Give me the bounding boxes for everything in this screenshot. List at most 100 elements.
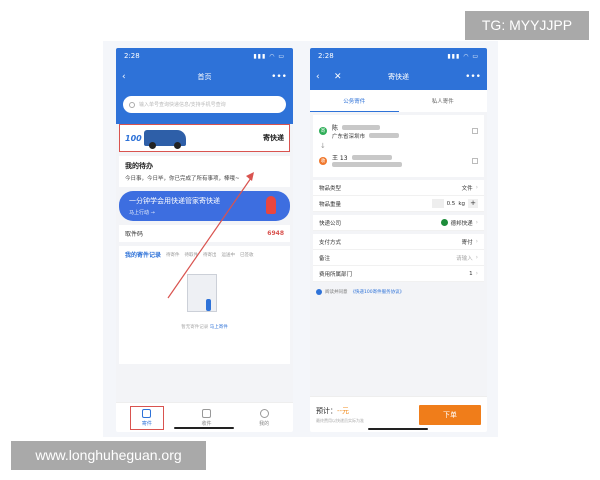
person-icon: [206, 299, 211, 311]
checkbox-checked-icon[interactable]: [316, 289, 322, 295]
inbox-icon: [201, 408, 211, 418]
receiver-row[interactable]: 收 王 13: [319, 149, 478, 173]
send-express-screen: 2:28 ▮▮▮ ◠ ▭ ‹ ✕ 寄快递 ••• 公务寄件 私人寄件 寄 陈 广…: [310, 48, 487, 432]
tab-bar: 寄件 收件 我的: [116, 402, 293, 432]
payment-row[interactable]: 支付方式 寄付 ›: [313, 234, 484, 250]
chevron-right-icon: ›: [475, 254, 478, 261]
company-label: 快递公司: [319, 220, 342, 227]
records-tab-in-transit[interactable]: 运送中: [222, 252, 236, 258]
address-book-icon[interactable]: [472, 128, 478, 134]
status-bar: 2:28 ▮▮▮ ◠ ▭: [116, 48, 293, 64]
status-icons: ▮▮▮ ◠ ▭: [253, 52, 285, 60]
weight-unit: kg: [458, 200, 465, 207]
weight-stepper[interactable]: 0.5 kg +: [431, 199, 478, 208]
more-icon[interactable]: •••: [271, 72, 287, 82]
promo-banner[interactable]: 一分钟学会用快递管家寄快递 马上行动 →: [119, 191, 290, 221]
receiver-name: 王 13: [332, 155, 348, 162]
redacted-address: [332, 162, 402, 167]
send-express-banner[interactable]: 100 寄快递: [119, 124, 290, 152]
estimate-price: --元: [337, 406, 350, 415]
nav-bar: ‹ 首页 •••: [116, 64, 293, 90]
empty-text: 暂无寄件记录: [181, 325, 209, 330]
sender-row[interactable]: 寄 陈 广东省深圳市: [319, 119, 478, 143]
todo-card: 我的待办 今日事，今日毕，你已完成了所有事项，棒哦~: [119, 156, 290, 187]
address-card: 寄 陈 广东省深圳市 ↓ 收 王 13: [313, 115, 484, 177]
records-panel: 我的寄件记录 待寄件 待取件 待寄出 运送中 已签收 暂无寄件记录 马上寄件: [119, 246, 290, 364]
weight-label: 物品重量: [319, 201, 342, 208]
chevron-right-icon: ›: [475, 238, 478, 245]
back-icon[interactable]: ‹: [122, 72, 126, 82]
redacted-address: [369, 132, 400, 138]
status-bar: 2:28 ▮▮▮ ◠ ▭: [310, 48, 487, 64]
tab-send[interactable]: 寄件: [129, 405, 164, 430]
dept-row[interactable]: 费用所属部门 1 ›: [313, 266, 484, 282]
home-indicator: [368, 428, 428, 430]
search-icon: [129, 101, 135, 108]
chevron-right-icon: ›: [475, 270, 478, 277]
dept-value: 1: [469, 270, 473, 277]
deppon-logo-icon: [440, 219, 448, 226]
banner-logo-number: 100: [125, 133, 142, 143]
item-form: 物品类型 文件 › 物品重量 0.5 kg +: [313, 180, 484, 212]
records-tab-awaiting[interactable]: 待寄出: [203, 252, 217, 258]
tab-receive-label: 收件: [201, 420, 212, 427]
pickup-code-row[interactable]: 取件码 6948: [119, 225, 290, 242]
home-indicator: [174, 427, 234, 429]
plus-button[interactable]: +: [468, 199, 478, 208]
payment-value: 寄付: [461, 239, 473, 246]
status-icons: ▮▮▮ ◠ ▭: [447, 52, 479, 60]
tab-receive[interactable]: 收件: [191, 408, 221, 427]
minus-button[interactable]: [431, 199, 444, 208]
status-time: 2:28: [318, 52, 334, 60]
sender-badge: 寄: [319, 127, 327, 135]
watermark-bottom: www.longhuheguan.org: [11, 441, 206, 470]
weight-row: 物品重量 0.5 kg +: [313, 196, 484, 212]
home-screen: 2:28 ▮▮▮ ◠ ▭ ‹ 首页 ••• 输入单号查询快递信息/支持手机号查询…: [116, 48, 293, 432]
payment-form: 支付方式 寄付 › 备注 请输入 › 费用所属部门 1 ›: [313, 234, 484, 282]
chevron-right-icon: ›: [475, 184, 478, 191]
agreement-link[interactable]: 《快递100寄件服务协议》: [351, 289, 405, 295]
records-tab-mine[interactable]: 我的寄件记录: [125, 250, 161, 259]
place-order-button[interactable]: 下单: [419, 404, 481, 425]
todo-text: 今日事，今日毕，你已完成了所有事项，棒哦~: [125, 176, 240, 182]
more-icon[interactable]: •••: [465, 72, 481, 82]
sender-name: 陈: [332, 124, 339, 132]
remark-input[interactable]: 请输入: [456, 254, 473, 262]
back-icon[interactable]: ‹: [316, 72, 320, 82]
close-icon[interactable]: ✕: [334, 72, 342, 82]
pickup-code: 6948: [267, 230, 284, 237]
tab-private-send[interactable]: 私人寄件: [399, 90, 488, 112]
banner-art: 100: [125, 130, 186, 149]
page-title: 首页: [197, 73, 212, 81]
records-tabs: 我的寄件记录 待寄件 待取件 待寄出 运送中 已签收: [125, 250, 284, 259]
remark-row[interactable]: 备注 请输入 ›: [313, 250, 484, 266]
order-footer: 预计：--元 最终费用以快递员实际为准 下单: [310, 396, 487, 432]
promo-title: 一分钟学会用快递管家寄快递: [129, 197, 220, 205]
banner-label: 寄快递: [263, 134, 284, 142]
delivery-van-icon: [143, 130, 186, 149]
agree-prefix: 阅读并同意: [325, 290, 348, 295]
records-tab-pending-send[interactable]: 待寄件: [166, 252, 180, 258]
send-now-link[interactable]: 马上寄件: [210, 325, 228, 330]
package-icon: [142, 408, 152, 418]
search-placeholder: 输入单号查询快递信息/支持手机号查询: [139, 102, 226, 108]
dept-label: 费用所属部门: [319, 271, 353, 278]
agreement-row[interactable]: 阅读并同意 《快递100寄件服务协议》: [310, 285, 487, 299]
address-book-icon[interactable]: [472, 158, 478, 164]
redacted-phone: [351, 155, 392, 160]
user-icon: [259, 408, 269, 418]
tab-mine[interactable]: 我的: [249, 408, 279, 427]
payment-label: 支付方式: [319, 239, 342, 246]
watermark-top: TG: MYYJJPP: [465, 11, 589, 40]
tab-public-send[interactable]: 公务寄件: [310, 90, 399, 112]
records-tab-signed[interactable]: 已签收: [240, 252, 254, 258]
estimate-note: 最终费用以快递员实际为准: [316, 417, 364, 423]
company-row[interactable]: 快递公司 德邦快递 ›: [313, 215, 484, 231]
item-type-row[interactable]: 物品类型 文件 ›: [313, 180, 484, 196]
promo-cta[interactable]: 马上行动 →: [129, 209, 280, 216]
search-input[interactable]: 输入单号查询快递信息/支持手机号查询: [123, 96, 286, 113]
tab-send-label: 寄件: [141, 420, 152, 427]
records-tab-pending-pickup[interactable]: 待取件: [185, 252, 199, 258]
price-estimate: 预计：--元 最终费用以快递员实际为准: [316, 406, 364, 424]
item-type-label: 物品类型: [319, 185, 342, 192]
